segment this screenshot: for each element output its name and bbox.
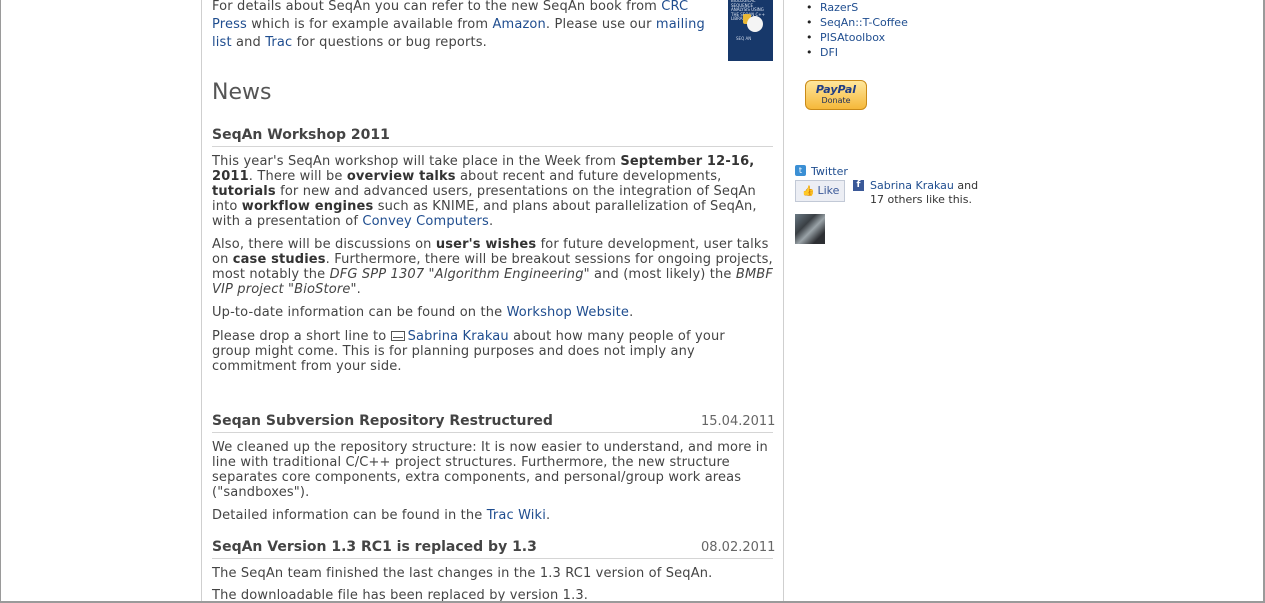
text: . [356, 282, 361, 297]
twitter-icon[interactable]: t [795, 165, 806, 176]
intro-text: which is for example available from [246, 17, 493, 32]
pisatoolbox-link[interactable]: PISAtoolbox [820, 31, 885, 44]
trac-link[interactable]: Trac [265, 35, 292, 50]
workshop-paragraph-3: Up-to-date information can be found on t… [212, 305, 773, 320]
facebook-icon: f [853, 180, 864, 191]
intro-text: for questions or bug reports. [292, 35, 487, 50]
thumbs-up-icon: 👍 [802, 186, 815, 197]
seqan-book-cover[interactable]: BIOLOGICAL SEQUENCE ANALYSIS USING THE S… [728, 0, 773, 61]
razers-link[interactable]: RazerS [820, 1, 858, 14]
workshop-paragraph-4: Please drop a short line to Sabrina Krak… [212, 329, 747, 374]
workshop-paragraph-2: Also, there will be discussions on user'… [212, 237, 773, 297]
email-link-label: Sabrina Krakau [407, 329, 509, 344]
emphasis: user's wishes [435, 237, 537, 252]
text: . [546, 508, 551, 523]
sidebar-project-list: RazerS SeqAn::T-Coffee PISAtoolbox DFI [806, 0, 908, 60]
like-label: Like [817, 184, 840, 197]
divider [212, 146, 773, 147]
text: . There will be [248, 169, 347, 184]
text: This year's SeqAn workshop will take pla… [212, 154, 621, 169]
text: about recent and future developments, [455, 169, 722, 184]
svn-paragraph-1: We cleaned up the repository structure: … [212, 440, 768, 500]
sidebar-item-tcoffee: SeqAn::T-Coffee [806, 15, 908, 30]
intro-paragraph: For details about SeqAn you can refer to… [212, 0, 722, 52]
text: and (most likely) the [589, 267, 736, 282]
emphasis: workflow engines [241, 199, 374, 214]
text: Up-to-date information can be found on t… [212, 305, 507, 320]
email-icon [390, 331, 405, 341]
content-border-right [783, 0, 784, 603]
dfi-link[interactable]: DFI [820, 46, 838, 59]
text: . [488, 214, 494, 229]
trac-wiki-link[interactable]: Trac Wiki [487, 508, 546, 523]
book-logo [747, 16, 763, 32]
donate-label: Donate [821, 96, 851, 105]
sidebar-item-dfi: DFI [806, 45, 908, 60]
twitter-link[interactable]: Twitter [811, 165, 848, 178]
text: Please drop a short line to [212, 329, 391, 344]
facebook-like-button[interactable]: 👍 Like [795, 180, 845, 202]
workshop-website-link[interactable]: Workshop Website [507, 305, 630, 320]
sidebar-item-pisatoolbox: PISAtoolbox [806, 30, 908, 45]
news-heading: News [212, 80, 272, 105]
divider [212, 558, 773, 559]
emphasis: overview talks [346, 169, 456, 184]
email-sabrina-link[interactable]: Sabrina Krakau [390, 329, 509, 344]
italic-text: DFG SPP 1307 "Algorithm Engineering" [329, 267, 590, 282]
window-border-left [0, 0, 1, 603]
tcoffee-link[interactable]: SeqAn::T-Coffee [820, 16, 908, 29]
text: Also, there will be discussions on [212, 237, 436, 252]
paypal-donate-button[interactable]: PayPal Donate [805, 80, 867, 110]
facebook-like-summary: Sabrina Krakau and 17 others like this. [870, 179, 990, 207]
fb-friend-link[interactable]: Sabrina Krakau [870, 179, 954, 192]
release-paragraph-1: The SeqAn team finished the last changes… [212, 566, 713, 581]
svn-title: Seqan Subversion Repository Restructured [212, 413, 553, 429]
facebook-friend-avatar[interactable] [795, 214, 825, 244]
amazon-link[interactable]: Amazon [492, 17, 545, 32]
svn-paragraph-2: Detailed information can be found in the… [212, 508, 773, 523]
svn-date: 15.04.2011 [701, 414, 776, 429]
emphasis: case studies [232, 252, 326, 267]
workshop-title: SeqAn Workshop 2011 [212, 127, 390, 143]
emphasis: tutorials [212, 184, 276, 199]
divider [212, 432, 773, 433]
intro-text: and [231, 35, 266, 50]
book-logo-text: SEQ AN [736, 36, 752, 41]
text: Detailed information can be found in the [212, 508, 487, 523]
sidebar-item-razers: RazerS [806, 0, 908, 15]
release-date: 08.02.2011 [701, 540, 776, 555]
paypal-logo: PayPal [815, 83, 857, 96]
workshop-paragraph-1: This year's SeqAn workshop will take pla… [212, 154, 773, 229]
text: . [629, 305, 634, 320]
intro-text: . Please use our [545, 17, 656, 32]
content-border-left [201, 0, 202, 603]
convey-computers-link[interactable]: Convey Computers [362, 214, 489, 229]
release-title: SeqAn Version 1.3 RC1 is replaced by 1.3 [212, 539, 537, 555]
intro-text: For details about SeqAn you can refer to… [212, 0, 662, 14]
